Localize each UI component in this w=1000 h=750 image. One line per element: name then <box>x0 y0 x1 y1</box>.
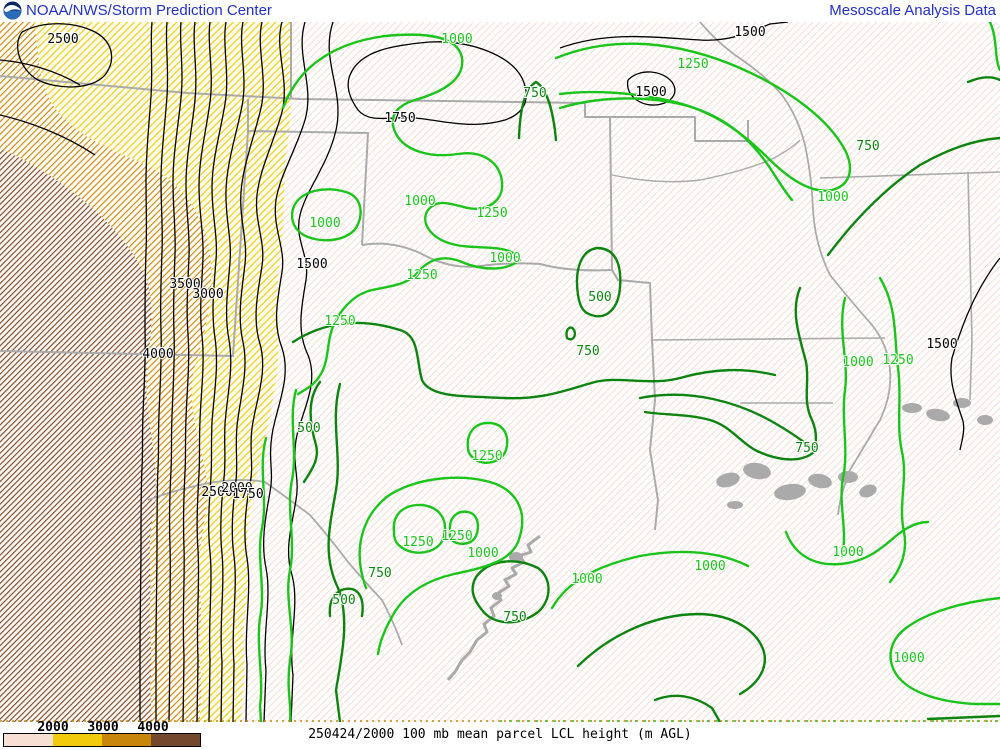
contour-label-1250: 1250 <box>471 449 502 464</box>
contour-label-1000: 1000 <box>489 251 520 266</box>
contour-label-1000: 1000 <box>842 355 873 370</box>
contour-label-1500: 1500 <box>734 25 765 40</box>
mesoanalysis-map: 2500150017501500150035003000400015002500… <box>0 22 1000 722</box>
contour-label-1250: 1250 <box>441 529 472 544</box>
contour-label-1000: 1000 <box>467 546 498 561</box>
contour-label-500: 500 <box>297 421 320 436</box>
noaa-logo[interactable] <box>3 1 22 20</box>
contour-label-1250: 1250 <box>406 268 437 283</box>
spc-site-title-link[interactable]: NOAA/NWS/Storm Prediction Center <box>26 2 272 19</box>
contour-label-1000: 1000 <box>832 545 863 560</box>
map-caption: 250424/2000 100 mb mean parcel LCL heigh… <box>0 727 1000 742</box>
contour-label-750: 750 <box>368 566 391 581</box>
page-header: NOAA/NWS/Storm Prediction Center Mesosca… <box>0 0 1000 22</box>
contour-label-1750: 1750 <box>232 487 263 502</box>
contour-label-500: 500 <box>588 290 611 305</box>
contour-label-1500: 1500 <box>296 257 327 272</box>
contour-label-1250: 1250 <box>677 57 708 72</box>
fill-shading <box>0 22 1000 722</box>
contour-label-1000: 1000 <box>893 651 924 666</box>
contour-label-1250: 1250 <box>324 314 355 329</box>
contour-label-1500: 1500 <box>635 85 666 100</box>
contour-label-1250: 1250 <box>882 353 913 368</box>
contour-label-750: 750 <box>856 139 879 154</box>
contour-label-750: 750 <box>576 344 599 359</box>
contour-label-750: 750 <box>795 441 818 456</box>
page-title-mesoscale-analysis[interactable]: Mesoscale Analysis Data <box>829 2 996 19</box>
contour-label-1000: 1000 <box>309 216 340 231</box>
contour-label-1000: 1000 <box>404 194 435 209</box>
contour-label-1500: 1500 <box>926 337 957 352</box>
contour-label-500: 500 <box>332 593 355 608</box>
contour-label-1000: 1000 <box>694 559 725 574</box>
contour-label-1750: 1750 <box>384 111 415 126</box>
contour-label-4000: 4000 <box>142 347 173 362</box>
lcl-height-contour-map: 2500150017501500150035003000400015002500… <box>0 22 1000 722</box>
contour-label-750: 750 <box>523 86 546 101</box>
contour-label-1000: 1000 <box>571 572 602 587</box>
contour-label-1250: 1250 <box>402 535 433 550</box>
contour-label-2500: 2500 <box>47 32 78 47</box>
contour-label-1250: 1250 <box>476 206 507 221</box>
contour-label-1000: 1000 <box>817 190 848 205</box>
map-footer: 200030004000 250424/2000 100 mb mean par… <box>0 722 1000 750</box>
contour-label-750: 750 <box>503 610 526 625</box>
contour-label-1000: 1000 <box>441 32 472 47</box>
contour-label-3000: 3000 <box>192 287 223 302</box>
